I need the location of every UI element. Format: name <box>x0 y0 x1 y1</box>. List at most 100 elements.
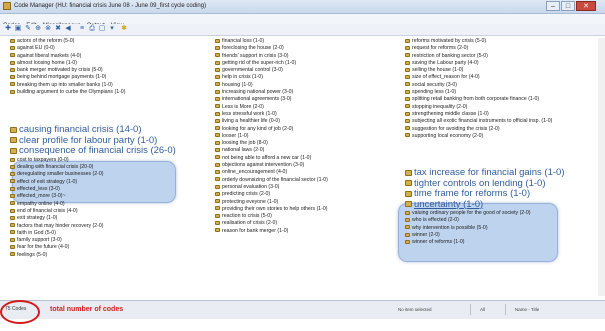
code-item[interactable]: online_encouragement (4-0) <box>215 169 415 176</box>
code-item[interactable]: tighter controls on lending (1-0) <box>405 179 605 190</box>
delete-icon[interactable]: ✖ <box>54 25 62 33</box>
code-item[interactable]: winner (2-0) <box>405 232 605 239</box>
print-icon[interactable]: ⎙ <box>88 25 96 33</box>
filter-all[interactable]: All <box>480 306 485 313</box>
code-item[interactable]: stopping inequality (2-0) <box>405 104 605 111</box>
code-item[interactable]: valuing ordinary people for the good of … <box>405 210 605 217</box>
open-icon[interactable]: ▣ <box>14 25 22 33</box>
code-item[interactable]: financial loss (1-0) <box>215 38 415 45</box>
code-icon <box>215 221 220 226</box>
code-item[interactable]: suggestion for avoiding the crisis (2-0) <box>405 126 605 133</box>
code-item[interactable]: international agreements (3-0) <box>215 96 415 103</box>
code-item[interactable]: uncertainty (1-0) <box>405 200 605 211</box>
code-item[interactable]: providing their own stories to help othe… <box>215 206 415 213</box>
code-item[interactable]: living a healthier life (0-0) <box>215 118 415 125</box>
code-item[interactable]: increasing national power (3-0) <box>215 89 415 96</box>
code-item[interactable]: objections against intervention (3-0) <box>215 162 415 169</box>
code-item[interactable]: causing financial crisis (14-0) <box>10 125 200 136</box>
code-item[interactable]: building argument to curbe the Olympians… <box>10 89 200 96</box>
code-item[interactable]: strengthening middle classe (1-0) <box>405 111 605 118</box>
code-item[interactable]: predicting crisis (2-0) <box>215 191 415 198</box>
code-item[interactable]: protecting eveyone (1-0) <box>215 199 415 206</box>
code-item[interactable]: consequence of financial crisis (26-0) <box>10 146 200 157</box>
code-item[interactable]: reforms motivated by crisis (5-0) <box>405 38 605 45</box>
code-item[interactable]: housing (1-0) <box>215 82 415 89</box>
code-label: online_encouragement (4-0) <box>222 169 288 176</box>
code-item[interactable]: clear profile for labour party (1-0) <box>10 136 200 147</box>
code-item[interactable]: looking for any kind of job (2-0) <box>215 126 415 133</box>
code-icon <box>405 232 410 237</box>
code-item[interactable]: governmental control (3-0) <box>215 67 415 74</box>
code-item[interactable]: size of effect_reason for (4-0) <box>405 74 605 81</box>
code-item[interactable]: why intervention is possible (5-0) <box>405 225 605 232</box>
code-item[interactable]: less stressful work (1-0) <box>215 111 415 118</box>
code-item[interactable]: restriction of banking sector (5-0) <box>405 53 605 60</box>
code-item[interactable]: who is effected (2-0) <box>405 217 605 224</box>
code-item[interactable]: cost to taxpayers (0-0) <box>10 157 200 164</box>
code-item[interactable]: being behind mortgage payments (1-0) <box>10 74 200 81</box>
code-item[interactable]: not being able to afford a new car (1-0) <box>215 155 415 162</box>
code-item[interactable]: orderly downsizing of the financial sect… <box>215 177 415 184</box>
merge-icon[interactable]: ⊕ <box>34 25 42 33</box>
code-item[interactable]: looser (1-0) <box>215 133 415 140</box>
code-item[interactable]: family support (3-0) <box>10 237 200 244</box>
code-item[interactable]: splitting retail banking from both corpo… <box>405 96 605 103</box>
code-item[interactable]: friends' support in crisis (3-0) <box>215 53 415 60</box>
code-item[interactable]: feelings (5-0) <box>10 252 200 259</box>
code-item[interactable]: winner of reforms (1-0) <box>405 239 605 246</box>
close-button[interactable]: ✕ <box>576 1 596 11</box>
export-icon[interactable]: ▢ <box>98 25 106 33</box>
code-item[interactable]: effected_more (3-0)~ <box>10 193 200 200</box>
code-icon <box>10 53 15 58</box>
code-item[interactable]: realisation of crisis (2-0) <box>215 220 415 227</box>
code-icon <box>405 111 410 116</box>
code-icon <box>405 97 410 101</box>
code-item[interactable]: against liberal markets (4-0) <box>10 53 200 60</box>
code-item[interactable]: exit strategy (1-0) <box>10 215 200 222</box>
list-view-icon[interactable]: ≡ <box>78 25 86 33</box>
code-item[interactable]: end of financial crisis (4-0) <box>10 208 200 215</box>
code-item[interactable]: faith in God (5-0) <box>10 230 200 237</box>
code-item[interactable]: breaking them up into smaller banks (1-0… <box>10 82 200 89</box>
code-item[interactable]: almost loosing home (1-0) <box>10 60 200 67</box>
code-item[interactable]: national laws (2-0) <box>215 147 415 154</box>
code-item[interactable]: loosing the job (8-0) <box>215 140 415 147</box>
code-item[interactable]: tax increase for financial gains (1-0) <box>405 168 605 179</box>
code-item[interactable]: actors of the reform (5-0) <box>10 38 200 45</box>
scrollbar[interactable] <box>598 38 605 296</box>
dropdown-icon[interactable]: ▾ <box>108 25 116 33</box>
filter-icon[interactable]: ◀ <box>64 25 72 33</box>
maximize-button[interactable]: □ <box>561 1 575 11</box>
code-item[interactable]: fear for the future (4-0) <box>10 244 200 251</box>
code-item[interactable]: against EU (0-0) <box>10 45 200 52</box>
code-item[interactable]: dealing with financial crisis (20-0) <box>10 164 200 171</box>
code-item[interactable]: request for reforms (2-0) <box>405 45 605 52</box>
code-item[interactable]: getting rid of the super-rich (1-0) <box>215 60 415 67</box>
code-item[interactable]: saving the Labour party (4-0) <box>405 60 605 67</box>
code-item[interactable]: help in crisis (1-0) <box>215 74 415 81</box>
code-item[interactable]: factors that may hinder recovery (2-0) <box>10 223 200 230</box>
code-item[interactable]: spending less (1-0) <box>405 89 605 96</box>
rename-icon[interactable]: ✎ <box>24 25 32 33</box>
code-item[interactable]: foreclosing the house (2-0) <box>215 45 415 52</box>
code-label: Less is More (2-0) <box>222 103 264 110</box>
code-item[interactable]: reaction to crisis (5-0) <box>215 213 415 220</box>
help-icon[interactable]: ✱ <box>120 25 128 33</box>
code-item[interactable]: time frame for reforms (1-0) <box>405 189 605 200</box>
code-item[interactable]: social security (3-0) <box>405 82 605 89</box>
sort-name-title[interactable]: Name - Title <box>515 306 539 313</box>
code-item[interactable]: effected_less (3-0) <box>10 186 200 193</box>
minimize-button[interactable]: – <box>546 1 560 11</box>
split-icon[interactable]: ⊗ <box>44 25 52 33</box>
code-item[interactable]: personal evaluation (3-0) <box>215 184 415 191</box>
code-item[interactable]: deregulating smaller businesses (2-0) <box>10 171 200 178</box>
code-item[interactable]: supporting local economy (2-0) <box>405 133 605 140</box>
code-item[interactable]: bank merger motivated by crisis (5-0) <box>10 67 200 74</box>
new-code-icon[interactable]: ✚ <box>4 25 12 33</box>
code-item[interactable]: reason for bank merger (1-0) <box>215 228 415 235</box>
code-item[interactable]: Less is More (2-0) <box>215 104 415 111</box>
code-item[interactable]: selling the house (1-0) <box>405 67 605 74</box>
code-item[interactable]: empathy online (4-0) <box>10 201 200 208</box>
code-item[interactable]: effect of exit strategy (1-0) <box>10 179 200 186</box>
code-item[interactable]: subjecting all exotic financial instrume… <box>405 118 605 125</box>
